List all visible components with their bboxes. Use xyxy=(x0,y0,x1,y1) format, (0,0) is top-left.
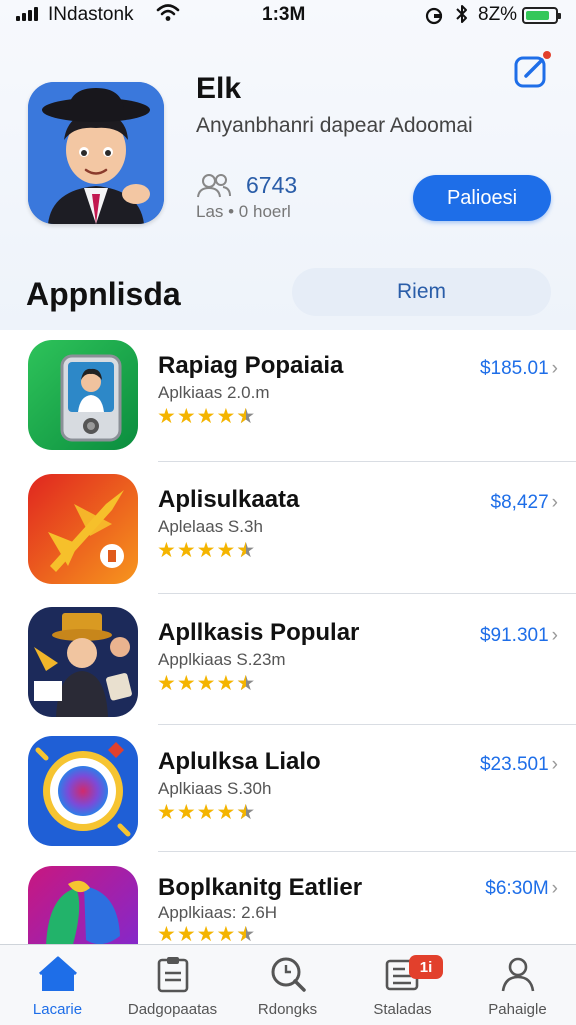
row-divider xyxy=(158,851,576,852)
star-icon: ★ xyxy=(196,405,216,428)
target-lens-icon xyxy=(28,736,138,846)
app-price-value: $23.501 xyxy=(479,754,549,775)
star-icon: ★ xyxy=(216,672,236,695)
carrier-label: INdastonk xyxy=(48,4,134,25)
star-icon: ★ xyxy=(176,801,196,824)
app-list-item[interactable]: Apllkasis Popular Applkiaas S.23m ★ ★ ★ ★ ★ … xyxy=(0,607,576,725)
clipboard-icon xyxy=(155,955,191,998)
star-icon: ★ xyxy=(157,405,176,428)
app-price[interactable]: $6:30M › xyxy=(485,878,558,900)
chevron-right-icon: › xyxy=(551,625,558,646)
app-list-item[interactable]: Boplkanitg Eatlier Applkiaas: 2.6H ★ ★ ★ ★ ★… xyxy=(0,866,576,947)
star-icon: ★ xyxy=(157,539,176,562)
half-star-icon: ★ xyxy=(236,538,255,563)
half-star-icon: ★ xyxy=(236,671,255,696)
tab-bar: Lacarie Dadgopaatas Rdongks 1i Staladas … xyxy=(0,944,576,1025)
app-price-value: $91.301 xyxy=(479,625,549,646)
star-icon: ★ xyxy=(157,672,176,695)
star-icon: ★ xyxy=(176,405,196,428)
battery-fill xyxy=(526,11,549,20)
game-character-icon xyxy=(28,607,138,717)
app-name: Aplulksa Lialo xyxy=(158,748,321,775)
half-star-icon: ★ xyxy=(236,404,255,429)
star-icon: ★ xyxy=(196,801,216,824)
rating-stars: ★ ★ ★ ★ ★ xyxy=(157,538,255,563)
half-star-icon: ★ xyxy=(236,800,255,825)
app-subtitle: Aplkiaas 2.0.m xyxy=(158,383,270,402)
person-icon xyxy=(499,955,537,998)
star-icon: ★ xyxy=(196,672,216,695)
wifi-icon xyxy=(156,3,180,29)
phone-avatar-icon xyxy=(28,340,138,450)
app-list-item[interactable]: Aplulksa Lialo Aplkiaas S.30h ★★★★★ $23.… xyxy=(0,736,576,852)
tab-label: Lacarie xyxy=(32,1001,83,1018)
app-price-value: $6:30M xyxy=(485,878,549,899)
home-icon xyxy=(38,955,78,998)
app-price-value: $185.01 xyxy=(479,358,549,379)
primary-action-button[interactable]: Palioesi xyxy=(413,175,551,221)
app-list-item[interactable]: Rapiag Popaiaia Aplkiaas 2.0.m ★★★★★ $18… xyxy=(0,340,576,462)
star-icon: ★ xyxy=(176,672,196,695)
app-price[interactable]: $91.301 › xyxy=(480,625,558,647)
app-price[interactable]: $8,427 › xyxy=(491,492,558,514)
tab-label: Pahaigle xyxy=(488,1001,547,1018)
clock-time: 1:3M xyxy=(262,4,306,25)
chevron-right-icon: › xyxy=(551,358,558,379)
chevron-right-icon: › xyxy=(551,754,558,775)
battery-percent: 8Z% xyxy=(478,4,518,25)
rating-stars: ★ ★ ★ ★ ★ xyxy=(157,800,255,825)
edit-icon[interactable] xyxy=(512,50,552,90)
star-icon: ★ xyxy=(216,539,236,562)
profile-name: Elk xyxy=(196,72,242,105)
tab-label: Dadgopaatas xyxy=(127,1001,218,1018)
app-subtitle: Aplkiaas S.30h xyxy=(158,779,272,798)
app-subtitle: Applkiaas: 2.6H xyxy=(158,903,278,922)
follower-count: 6743 xyxy=(246,172,298,198)
star-icon: ★ xyxy=(216,405,236,428)
profile-avatar[interactable] xyxy=(28,82,164,224)
tab-home[interactable]: Lacarie xyxy=(0,945,115,1025)
app-name: Boplkanitg Eatlier xyxy=(158,874,363,901)
row-divider xyxy=(158,461,576,462)
signal-icon xyxy=(16,7,38,21)
app-subtitle: Aplelaas S.3h xyxy=(158,517,263,536)
paint-shapes-icon xyxy=(28,866,138,944)
row-divider xyxy=(158,724,576,725)
tab-label: Rdongks xyxy=(257,1001,318,1018)
rating-stars: ★ ★ ★ ★ ★ xyxy=(157,671,255,696)
app-price[interactable]: $23.501 › xyxy=(480,754,558,776)
chevron-right-icon: › xyxy=(551,492,558,513)
notification-badge: 1i xyxy=(409,955,443,979)
tab-news[interactable]: 1i Staladas xyxy=(345,945,460,1025)
app-name: Rapiag Popaiaia xyxy=(158,352,344,379)
app-name: Apllkasis Popular xyxy=(158,619,360,646)
app-list-item[interactable]: Aplisulkaata Aplelaas S.3h ★★★★★ $8,427› xyxy=(0,474,576,594)
app-price[interactable]: $185.01 › xyxy=(480,358,558,380)
tab-search[interactable]: Rdongks xyxy=(230,945,345,1025)
row-divider xyxy=(158,593,576,594)
star-icon: ★ xyxy=(196,539,216,562)
profile-meta: Las • 0 hoerl xyxy=(196,202,291,221)
tab-clipboard[interactable]: Dadgopaatas xyxy=(115,945,230,1025)
star-icon: ★ xyxy=(216,801,236,824)
rating-stars: ★ ★ ★ ★ ★ xyxy=(157,404,255,429)
lock-rotation-icon xyxy=(424,6,444,32)
tab-profile[interactable]: Pahaigle xyxy=(460,945,575,1025)
app-price-value: $8,427 xyxy=(490,492,549,513)
section-filter-button[interactable]: Riem xyxy=(292,268,551,316)
star-icon: ★ xyxy=(157,801,176,824)
star-icon: ★ xyxy=(176,539,196,562)
section-title: Appnlisda xyxy=(26,276,181,312)
battery-icon xyxy=(522,7,561,24)
followers-icon xyxy=(196,172,232,203)
profile-subtitle: Anyanbhanri dapear Adoomai xyxy=(196,114,473,137)
tab-label: Staladas xyxy=(373,1001,432,1018)
status-bar: INdastonk 1:3M 8Z% xyxy=(0,0,576,34)
bluetooth-icon xyxy=(454,3,470,31)
search-icon xyxy=(269,955,307,998)
app-name: Aplisulkaata xyxy=(158,486,300,513)
chevron-right-icon: › xyxy=(551,878,558,899)
rocket-icon xyxy=(28,474,138,584)
app-subtitle: Applkiaas S.23m xyxy=(158,650,286,669)
